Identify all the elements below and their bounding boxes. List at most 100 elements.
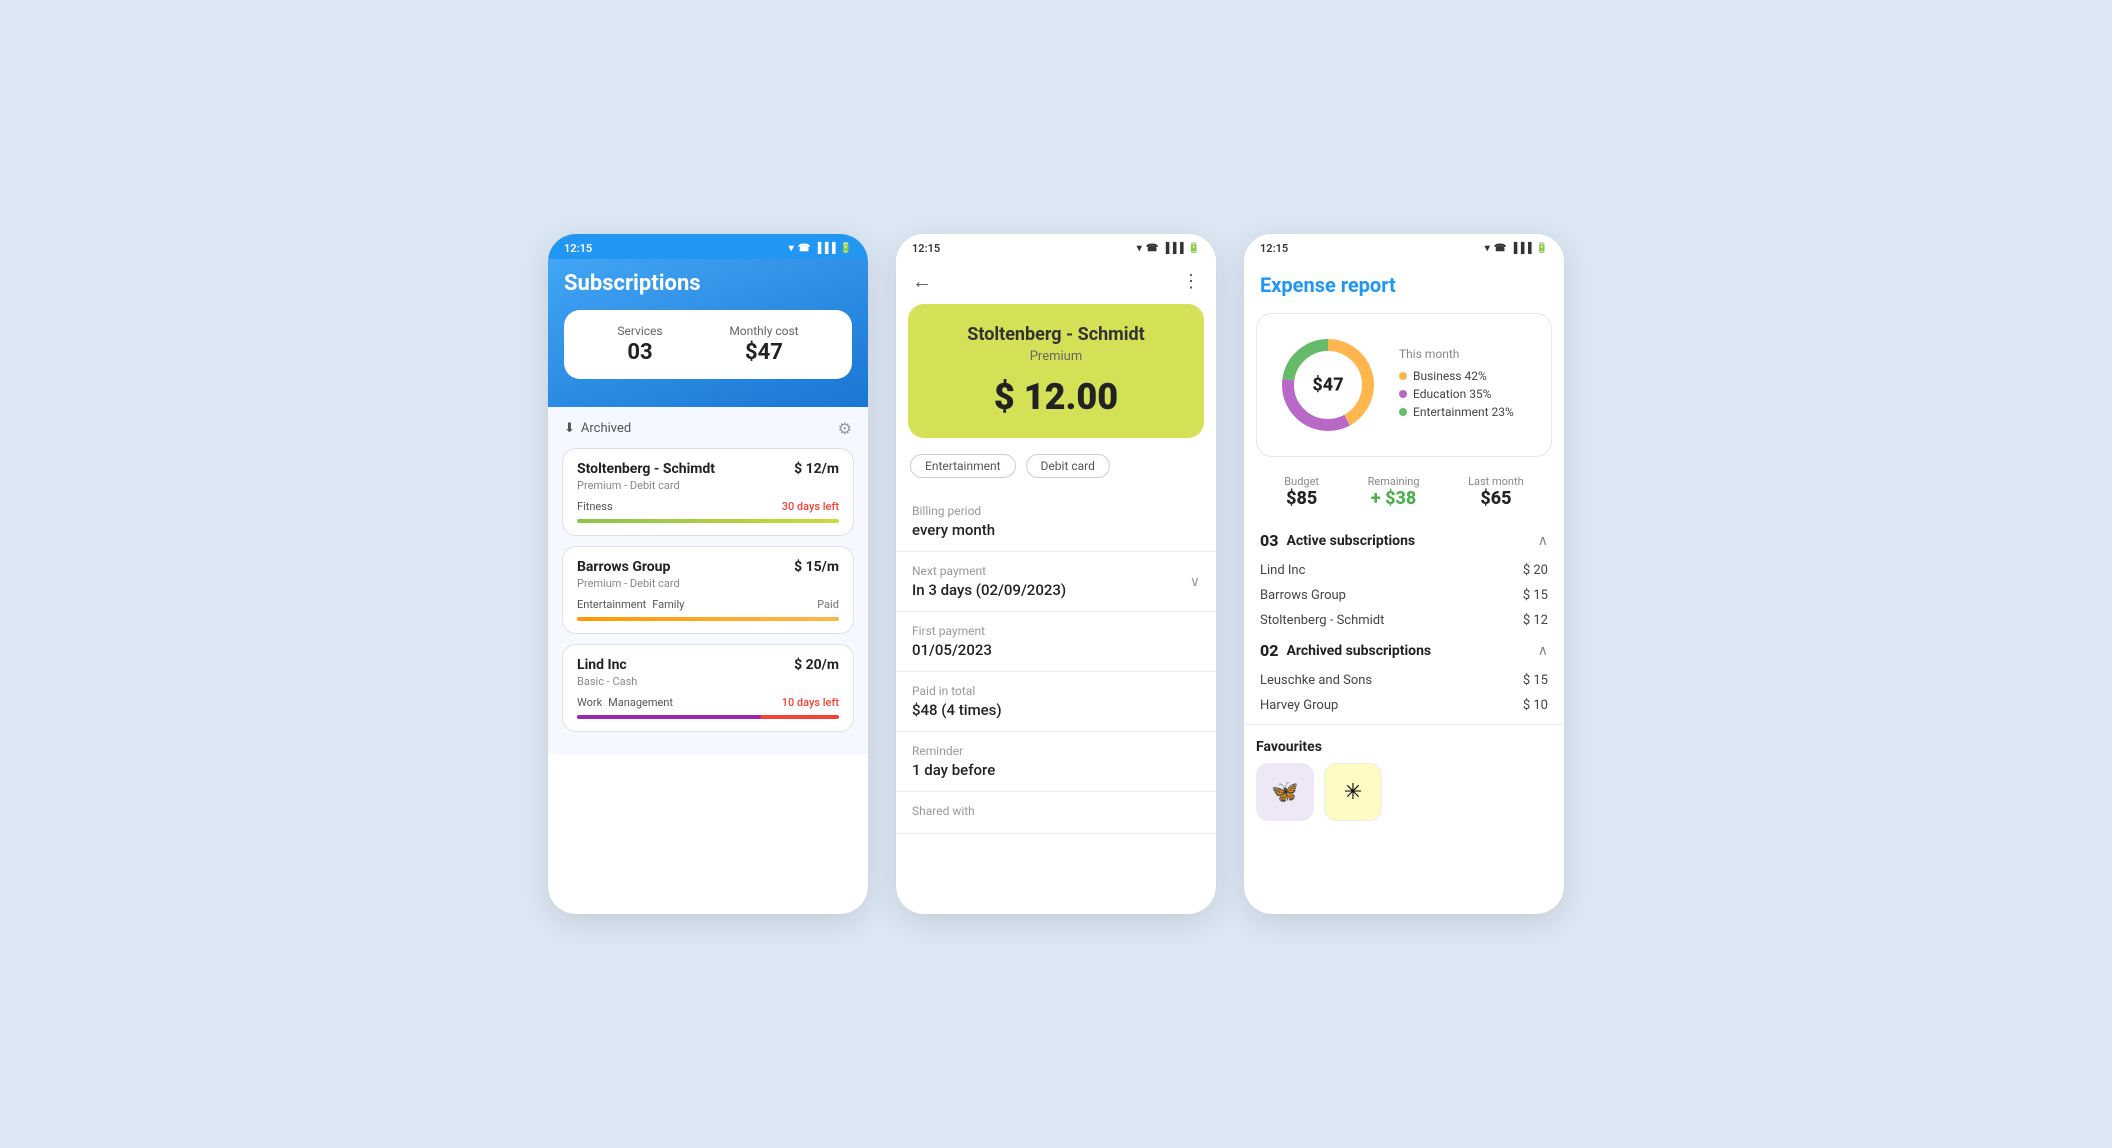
sub-meta-3: Basic - Cash	[577, 675, 839, 688]
phone-icon-3: ☎	[1494, 243, 1506, 254]
budget-item-1: Remaining + $38	[1368, 475, 1420, 509]
wifi-icon-2: ▾	[1137, 243, 1142, 254]
back-button[interactable]: ←	[912, 269, 932, 294]
legend-item-0: Business 42%	[1399, 369, 1535, 383]
battery-icon: 🔋	[840, 243, 852, 254]
legend-label-1: Education 35%	[1413, 387, 1491, 401]
sub-card-2-top: Barrows Group $ 15/m	[577, 559, 839, 575]
fav-item-1[interactable]: ✳	[1324, 763, 1382, 821]
sub-name-2: Barrows Group	[577, 559, 670, 575]
active-subs-section: 03 Active subscriptions ∧ Lind Inc $ 20 …	[1244, 523, 1564, 633]
active-item-price-0: $ 20	[1523, 563, 1548, 578]
legend-dot-2	[1399, 408, 1407, 416]
sub-card-1[interactable]: Stoltenberg - Schimdt $ 12/m Premium - D…	[562, 448, 854, 536]
next-payment-value: In 3 days (02/09/2023)	[912, 581, 1066, 599]
cost-summary: Monthly cost $47	[729, 324, 798, 365]
screen-detail: 12:15 ▾ ☎ ▐▐▐ 🔋 ← ⋮ Stoltenberg - Schmid…	[896, 234, 1216, 914]
budget-item-0: Budget $85	[1284, 475, 1319, 509]
fav-logo-0: 🦋	[1271, 780, 1298, 805]
sub-name-3: Lind Inc	[577, 657, 627, 673]
legend-label-0: Business 42%	[1413, 369, 1487, 383]
active-item-name-2: Stoltenberg - Schmidt	[1260, 613, 1384, 628]
signal-icon-3: ▐▐▐	[1510, 243, 1531, 254]
legend-dot-1	[1399, 390, 1407, 398]
detail-name: Stoltenberg - Schmidt	[928, 324, 1184, 345]
detail-tier: Premium	[928, 349, 1184, 364]
next-payment-content: Next payment In 3 days (02/09/2023)	[912, 564, 1066, 599]
sub-meta-1: Premium - Debit card	[577, 479, 839, 492]
sub-card-2[interactable]: Barrows Group $ 15/m Premium - Debit car…	[562, 546, 854, 634]
detail-tag-0: Entertainment	[910, 454, 1016, 478]
first-payment-value: 01/05/2023	[912, 641, 1200, 659]
services-label: Services	[617, 324, 662, 338]
sub-tags-1: Fitness	[577, 500, 613, 513]
wifi-icon-3: ▾	[1485, 243, 1490, 254]
progress-bar-2	[577, 617, 839, 621]
legend-item-2: Entertainment 23%	[1399, 405, 1535, 419]
billing-value: every month	[912, 521, 1200, 539]
legend-item-1: Education 35%	[1399, 387, 1535, 401]
reminder-value: 1 day before	[912, 761, 1200, 779]
detail-next-payment[interactable]: Next payment In 3 days (02/09/2023) ∨	[896, 552, 1216, 612]
fav-item-0[interactable]: 🦋	[1256, 763, 1314, 821]
sub-tag-1-0: Fitness	[577, 500, 613, 513]
first-payment-label: First payment	[912, 624, 1200, 638]
donut-amount: $47	[1312, 375, 1343, 396]
fav-items: 🦋 ✳	[1256, 763, 1552, 821]
legend-label-2: Entertainment 23%	[1413, 405, 1514, 419]
status-icons-3: ▾ ☎ ▐▐▐ 🔋	[1485, 243, 1548, 254]
active-item-price-1: $ 15	[1523, 588, 1548, 603]
this-month-label: This month	[1399, 347, 1535, 361]
detail-tags: Entertainment Debit card	[896, 454, 1216, 478]
active-item-price-2: $ 12	[1523, 613, 1548, 628]
donut-legend: This month Business 42% Education 35% En…	[1399, 347, 1535, 423]
chevron-down-icon: ∨	[1190, 574, 1200, 590]
budget-value-0: $85	[1284, 488, 1319, 509]
fav-logo-1: ✳	[1344, 780, 1362, 805]
archived-item-price-1: $ 10	[1523, 698, 1548, 713]
battery-icon-2: 🔋	[1188, 243, 1200, 254]
donut-section: $47 This month Business 42% Education 35…	[1256, 313, 1552, 457]
paid-total-label: Paid in total	[912, 684, 1200, 698]
archived-subs-title: 02 Archived subscriptions	[1260, 641, 1431, 660]
archived-item-name-0: Leuschke and Sons	[1260, 673, 1372, 688]
sub-card-3[interactable]: Lind Inc $ 20/m Basic - Cash Work Manage…	[562, 644, 854, 732]
time-3: 12:15	[1260, 242, 1288, 255]
collapse-archived-icon[interactable]: ∧	[1538, 643, 1548, 659]
sub-status-1: 30 days left	[782, 500, 839, 513]
subscriptions-body: ⬇ Archived ⚙ Stoltenberg - Schimdt $ 12/…	[548, 407, 868, 754]
sub-price-2: $ 15/m	[794, 559, 839, 575]
active-item-1: Barrows Group $ 15	[1256, 583, 1552, 608]
services-value: 03	[617, 340, 662, 365]
collapse-active-icon[interactable]: ∧	[1538, 533, 1548, 549]
reminder-label: Reminder	[912, 744, 1200, 758]
active-item-name-1: Barrows Group	[1260, 588, 1346, 603]
favourites-title: Favourites	[1256, 739, 1552, 755]
status-bar-3: 12:15 ▾ ☎ ▐▐▐ 🔋	[1244, 234, 1564, 259]
active-item-0: Lind Inc $ 20	[1256, 558, 1552, 583]
donut-center: $47	[1312, 375, 1343, 396]
summary-card: Services 03 Monthly cost $47	[564, 310, 852, 379]
filter-icon[interactable]: ⚙	[838, 419, 852, 438]
archived-count: 02	[1260, 641, 1278, 660]
budget-section: Budget $85 Remaining + $38 Last month $6…	[1244, 465, 1564, 523]
sub-card-1-top: Stoltenberg - Schimdt $ 12/m	[577, 461, 839, 477]
phone-icon-2: ☎	[1146, 243, 1158, 254]
screen-subscriptions: 12:15 ▾ ☎ ▐▐▐ 🔋 Subscriptions Services 0…	[548, 234, 868, 914]
detail-paid-total: Paid in total $48 (4 times)	[896, 672, 1216, 732]
sub-meta-2: Premium - Debit card	[577, 577, 839, 590]
archived-subs-section: 02 Archived subscriptions ∧ Leuschke and…	[1244, 633, 1564, 718]
signal-icon-2: ▐▐▐	[1162, 243, 1183, 254]
budget-label-1: Remaining	[1368, 475, 1420, 488]
next-payment-label: Next payment	[912, 564, 1066, 578]
more-button[interactable]: ⋮	[1182, 271, 1200, 292]
progress-bar-3	[577, 715, 839, 719]
sub-tag-3-0: Work	[577, 696, 602, 709]
cost-value: $47	[729, 340, 798, 365]
archived-label: ⬇ Archived	[564, 421, 631, 436]
status-icons-2: ▾ ☎ ▐▐▐ 🔋	[1137, 243, 1200, 254]
budget-value-2: $65	[1468, 488, 1524, 509]
archived-item-1: Harvey Group $ 10	[1256, 693, 1552, 718]
signal-icon: ▐▐▐	[814, 243, 835, 254]
subscriptions-title: Subscriptions	[564, 271, 852, 296]
